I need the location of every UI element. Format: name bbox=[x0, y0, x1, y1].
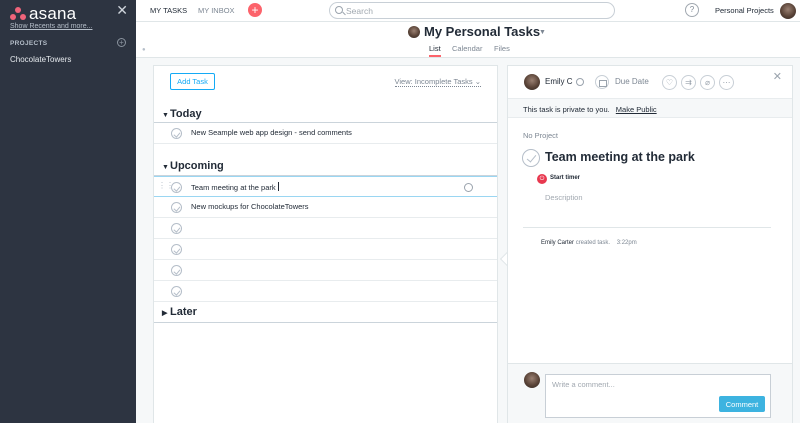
assignee-circle-icon[interactable] bbox=[464, 183, 473, 192]
activity-user[interactable]: Emily Carter bbox=[541, 240, 574, 246]
section-divider bbox=[154, 322, 497, 323]
complete-task-icon[interactable] bbox=[522, 149, 540, 167]
start-timer-button[interactable]: Start timer bbox=[550, 175, 580, 181]
workspace-switcher[interactable]: Personal Projects bbox=[715, 6, 774, 15]
task-checkbox-icon[interactable] bbox=[171, 286, 182, 297]
top-bar: MY TASKS MY INBOX + ? Personal Projects bbox=[136, 0, 800, 22]
task-checkbox-icon[interactable] bbox=[171, 244, 182, 255]
task-row[interactable] bbox=[154, 260, 497, 281]
task-row[interactable] bbox=[154, 218, 497, 239]
page-title: My Personal Tasks bbox=[424, 24, 541, 39]
user-avatar[interactable] bbox=[780, 3, 796, 19]
privacy-banner: This task is private to you. Make Public bbox=[508, 98, 792, 118]
tab-my-inbox[interactable]: MY INBOX bbox=[198, 6, 235, 15]
task-checkbox-icon[interactable] bbox=[171, 128, 182, 139]
tab-calendar[interactable]: Calendar bbox=[452, 44, 482, 53]
help-button[interactable]: ? bbox=[685, 3, 699, 17]
section-title: Upcoming bbox=[170, 160, 224, 172]
title-dropdown-icon[interactable]: ▼ bbox=[539, 29, 546, 36]
panel-handle-icon[interactable]: ● bbox=[142, 47, 146, 53]
project-field[interactable]: No Project bbox=[523, 131, 558, 140]
activity-time: 3:22pm bbox=[616, 240, 637, 246]
section-title: Today bbox=[170, 108, 202, 120]
description-field[interactable]: Description bbox=[545, 193, 583, 202]
tab-list[interactable]: List bbox=[429, 44, 441, 57]
make-public-link[interactable]: Make Public bbox=[616, 105, 657, 114]
task-checkbox-icon[interactable] bbox=[171, 182, 182, 193]
sidebar: asana ✕ Show Recents and more... PROJECT… bbox=[0, 0, 136, 423]
collapse-triangle-icon: ▼ bbox=[162, 164, 169, 171]
close-icon[interactable]: ✕ bbox=[773, 70, 782, 83]
header-avatar bbox=[408, 26, 420, 38]
expand-triangle-icon: ▶ bbox=[162, 310, 168, 317]
task-name-input[interactable]: Team meeting at the park bbox=[191, 182, 279, 192]
view-filter-dropdown[interactable]: View: Incomplete Tasks ⌄ bbox=[394, 77, 481, 87]
search-input[interactable] bbox=[329, 2, 615, 19]
add-task-button[interactable]: Add Task bbox=[170, 73, 215, 90]
task-checkbox-icon[interactable] bbox=[171, 223, 182, 234]
asana-logo-icon bbox=[10, 7, 26, 21]
close-sidebar-icon[interactable]: ✕ bbox=[116, 2, 128, 19]
activity-entry: Emily Carter created task. 3:22pm bbox=[541, 240, 637, 246]
task-detail-pane: Emily C Due Date ♡ ⇉ ⌀ ⋯ ✕ This task is … bbox=[507, 65, 793, 423]
search-icon bbox=[335, 6, 343, 14]
assignee-avatar[interactable] bbox=[524, 74, 540, 90]
comment-button[interactable]: Comment bbox=[719, 396, 765, 412]
tab-files[interactable]: Files bbox=[494, 44, 510, 53]
assignee-name[interactable]: Emily C bbox=[545, 77, 573, 86]
task-name: Team meeting at the park bbox=[191, 183, 276, 192]
attachment-icon[interactable]: ⌀ bbox=[700, 75, 715, 90]
assignee-status-icon bbox=[576, 78, 584, 86]
task-row-selected[interactable]: ⋮⋮ Team meeting at the park bbox=[154, 176, 497, 197]
commenter-avatar bbox=[524, 372, 540, 388]
task-checkbox-icon[interactable] bbox=[171, 202, 182, 213]
task-name[interactable]: New Seample web app design - send commen… bbox=[191, 128, 352, 137]
asana-logo[interactable]: asana bbox=[10, 4, 76, 24]
subtask-icon[interactable]: ⇉ bbox=[681, 75, 696, 90]
due-date-field[interactable]: Due Date bbox=[615, 77, 649, 86]
show-recents-link[interactable]: Show Recents and more... bbox=[10, 23, 93, 30]
task-checkbox-icon[interactable] bbox=[171, 265, 182, 276]
text-cursor bbox=[277, 182, 279, 191]
task-row[interactable] bbox=[154, 281, 497, 302]
activity-text: created task. bbox=[575, 240, 611, 246]
task-title[interactable]: Team meeting at the park bbox=[545, 150, 695, 164]
calendar-icon[interactable] bbox=[595, 75, 609, 89]
task-row[interactable]: New mockups for ChocolateTowers bbox=[154, 197, 497, 218]
privacy-text: This task is private to you. bbox=[523, 105, 610, 114]
timer-icon[interactable]: ⏻ bbox=[537, 174, 547, 184]
task-row[interactable]: New Seample web app design - send commen… bbox=[154, 123, 497, 144]
task-list-pane: Add Task View: Incomplete Tasks ⌄ ▼Today… bbox=[153, 65, 498, 423]
comment-area: Comment bbox=[508, 363, 792, 423]
task-name[interactable]: New mockups for ChocolateTowers bbox=[191, 202, 309, 211]
logo-text: asana bbox=[29, 4, 77, 23]
heart-icon[interactable]: ♡ bbox=[662, 75, 677, 90]
divider bbox=[523, 227, 771, 228]
more-options-icon[interactable]: ⋯ bbox=[719, 75, 734, 90]
quick-add-button[interactable]: + bbox=[248, 3, 262, 17]
task-row[interactable] bbox=[154, 239, 497, 260]
collapse-triangle-icon: ▼ bbox=[162, 112, 169, 119]
add-project-icon[interactable]: + bbox=[117, 38, 126, 47]
section-later[interactable]: ▶ Later bbox=[162, 306, 197, 318]
projects-header: PROJECTS bbox=[10, 40, 48, 47]
section-today[interactable]: ▼Today bbox=[162, 108, 202, 120]
view-filter-label: View: Incomplete Tasks bbox=[394, 77, 473, 86]
section-upcoming[interactable]: ▼Upcoming bbox=[162, 160, 224, 172]
section-title: Later bbox=[170, 306, 197, 318]
tab-my-tasks[interactable]: MY TASKS bbox=[150, 6, 187, 15]
sidebar-item-chocolatetowers[interactable]: ChocolateTowers bbox=[10, 55, 71, 64]
page-header: My Personal Tasks ▼ List Calendar Files bbox=[136, 22, 800, 58]
